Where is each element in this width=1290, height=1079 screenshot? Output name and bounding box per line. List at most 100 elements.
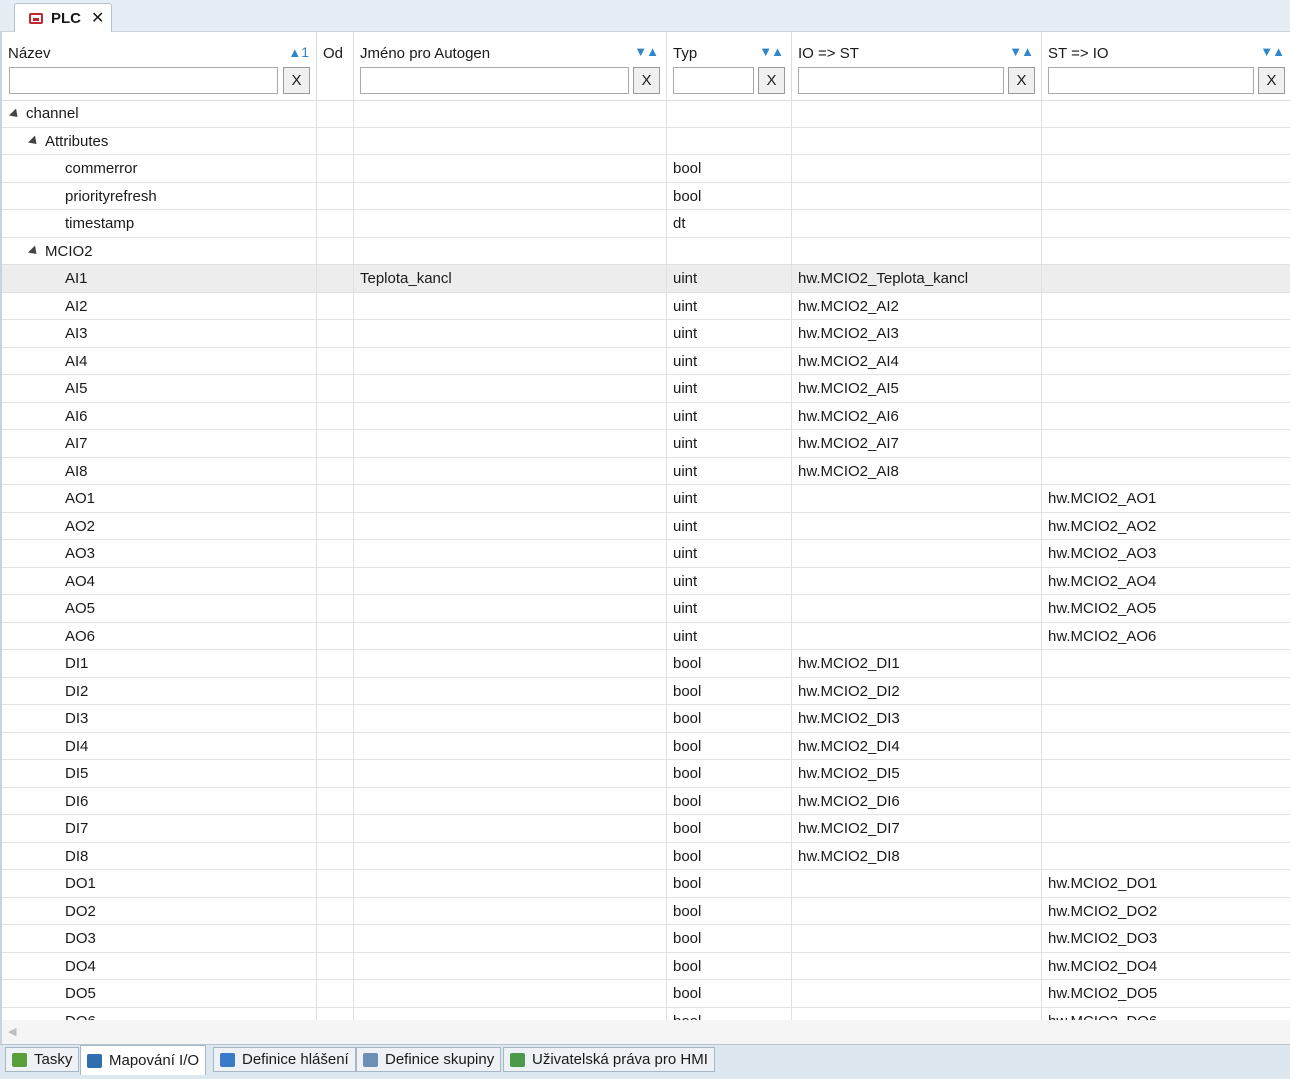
- cell-typ[interactable]: uint: [667, 457, 792, 484]
- table-row[interactable]: AI4 uint hw.MCIO2_AI4: [2, 347, 1290, 375]
- cell-st-io[interactable]: [1042, 733, 1290, 760]
- cell-io-st[interactable]: hw.MCIO2_DI4: [792, 732, 1042, 759]
- table-row[interactable]: DO2 bool hw.MCIO2_DO2: [2, 897, 1290, 925]
- cell-io-st[interactable]: [792, 210, 1042, 237]
- cell-typ[interactable]: uint: [667, 540, 792, 567]
- cell-name[interactable]: DO5: [2, 980, 317, 1007]
- cell-st-io[interactable]: [1042, 375, 1290, 402]
- cell-autogen[interactable]: [354, 182, 667, 209]
- name-filter-input[interactable]: [9, 67, 278, 94]
- table-row[interactable]: DI7 bool hw.MCIO2_DI7: [2, 815, 1290, 843]
- cell-name[interactable]: DO4: [2, 952, 317, 979]
- cell-name[interactable]: commerror: [2, 155, 317, 182]
- autogen-filter-input[interactable]: [360, 67, 629, 94]
- table-row[interactable]: AO2 uint hw.MCIO2_AO2: [2, 512, 1290, 540]
- cell-autogen[interactable]: [354, 980, 667, 1007]
- cell-st-io[interactable]: [1042, 760, 1290, 787]
- cell-io-st[interactable]: [792, 237, 1042, 264]
- cell-st-io[interactable]: [1042, 403, 1290, 430]
- cell-st-io[interactable]: hw.MCIO2_AO6: [1042, 623, 1290, 650]
- cell-typ[interactable]: bool: [667, 925, 792, 952]
- cell-od[interactable]: [317, 705, 354, 732]
- io-st-filter-clear-button[interactable]: X: [1008, 67, 1035, 94]
- cell-st-io[interactable]: hw.MCIO2_AO1: [1042, 485, 1290, 512]
- cell-st-io[interactable]: [1042, 210, 1290, 237]
- cell-io-st[interactable]: [792, 100, 1042, 127]
- expand-toggle-icon[interactable]: [27, 245, 41, 258]
- cell-typ[interactable]: bool: [667, 787, 792, 814]
- cell-name[interactable]: Attributes: [2, 127, 317, 154]
- cell-io-st[interactable]: hw.MCIO2_AI4: [792, 347, 1042, 374]
- sort-ascending-icon[interactable]: ▲1: [288, 44, 309, 60]
- cell-name[interactable]: DI8: [2, 842, 317, 869]
- sort-icon[interactable]: ▼▲: [1260, 44, 1285, 59]
- table-row[interactable]: DI6 bool hw.MCIO2_DI6: [2, 787, 1290, 815]
- cell-typ[interactable]: uint: [667, 375, 792, 402]
- cell-od[interactable]: [317, 540, 354, 567]
- cell-io-st[interactable]: [792, 952, 1042, 979]
- cell-io-st[interactable]: [792, 595, 1042, 622]
- cell-typ[interactable]: bool: [667, 650, 792, 677]
- cell-autogen[interactable]: [354, 237, 667, 264]
- cell-st-io[interactable]: [1042, 788, 1290, 815]
- table-row[interactable]: AI5 uint hw.MCIO2_AI5: [2, 375, 1290, 403]
- cell-typ[interactable]: [667, 100, 792, 127]
- cell-typ[interactable]: dt: [667, 210, 792, 237]
- cell-od[interactable]: [317, 980, 354, 1007]
- table-row[interactable]: AO3 uint hw.MCIO2_AO3: [2, 540, 1290, 568]
- cell-io-st[interactable]: hw.MCIO2_AI6: [792, 402, 1042, 429]
- cell-typ[interactable]: bool: [667, 952, 792, 979]
- cell-typ[interactable]: uint: [667, 622, 792, 649]
- cell-autogen[interactable]: [354, 127, 667, 154]
- cell-io-st[interactable]: hw.MCIO2_DI8: [792, 842, 1042, 869]
- cell-autogen[interactable]: [354, 567, 667, 594]
- table-row[interactable]: AI7 uint hw.MCIO2_AI7: [2, 430, 1290, 458]
- table-row[interactable]: AI3 uint hw.MCIO2_AI3: [2, 320, 1290, 348]
- cell-typ[interactable]: uint: [667, 265, 792, 292]
- cell-autogen[interactable]: [354, 320, 667, 347]
- expand-toggle-icon[interactable]: [27, 135, 41, 148]
- cell-io-st[interactable]: hw.MCIO2_AI5: [792, 375, 1042, 402]
- cell-typ[interactable]: bool: [667, 842, 792, 869]
- table-row[interactable]: DI2 bool hw.MCIO2_DI2: [2, 677, 1290, 705]
- cell-st-io[interactable]: [1042, 678, 1290, 705]
- cell-name[interactable]: AI7: [2, 430, 317, 457]
- cell-od[interactable]: [317, 567, 354, 594]
- cell-typ[interactable]: bool: [667, 677, 792, 704]
- cell-od[interactable]: [317, 870, 354, 897]
- cell-io-st[interactable]: hw.MCIO2_DI7: [792, 815, 1042, 842]
- cell-st-io[interactable]: [1042, 650, 1290, 677]
- table-row[interactable]: DO3 bool hw.MCIO2_DO3: [2, 925, 1290, 953]
- cell-typ[interactable]: uint: [667, 292, 792, 319]
- table-row[interactable]: DI4 bool hw.MCIO2_DI4: [2, 732, 1290, 760]
- cell-st-io[interactable]: [1042, 265, 1290, 292]
- cell-name[interactable]: DI1: [2, 650, 317, 677]
- cell-st-io[interactable]: [1042, 705, 1290, 732]
- cell-od[interactable]: [317, 485, 354, 512]
- column-header-st-io[interactable]: ST => IO ▼▲ X: [1042, 32, 1290, 100]
- cell-od[interactable]: [317, 842, 354, 869]
- cell-st-io[interactable]: [1042, 128, 1290, 155]
- cell-od[interactable]: [317, 897, 354, 924]
- cell-typ[interactable]: bool: [667, 182, 792, 209]
- cell-io-st[interactable]: [792, 485, 1042, 512]
- close-icon[interactable]: ✕: [91, 8, 104, 28]
- sort-icon[interactable]: ▼▲: [1009, 44, 1034, 59]
- cell-od[interactable]: [317, 320, 354, 347]
- cell-autogen[interactable]: [354, 952, 667, 979]
- cell-typ[interactable]: [667, 237, 792, 264]
- table-row[interactable]: Attributes: [2, 127, 1290, 155]
- cell-io-st[interactable]: [792, 567, 1042, 594]
- cell-autogen[interactable]: [354, 925, 667, 952]
- st-io-filter-input[interactable]: [1048, 67, 1254, 94]
- cell-typ[interactable]: uint: [667, 320, 792, 347]
- name-filter-clear-button[interactable]: X: [283, 67, 310, 94]
- table-row[interactable]: AI2 uint hw.MCIO2_AI2: [2, 292, 1290, 320]
- cell-typ[interactable]: uint: [667, 595, 792, 622]
- cell-name[interactable]: DI2: [2, 677, 317, 704]
- cell-io-st[interactable]: hw.MCIO2_DI3: [792, 705, 1042, 732]
- cell-name[interactable]: AI6: [2, 402, 317, 429]
- cell-io-st[interactable]: [792, 540, 1042, 567]
- cell-io-st[interactable]: [792, 182, 1042, 209]
- cell-name[interactable]: AO6: [2, 622, 317, 649]
